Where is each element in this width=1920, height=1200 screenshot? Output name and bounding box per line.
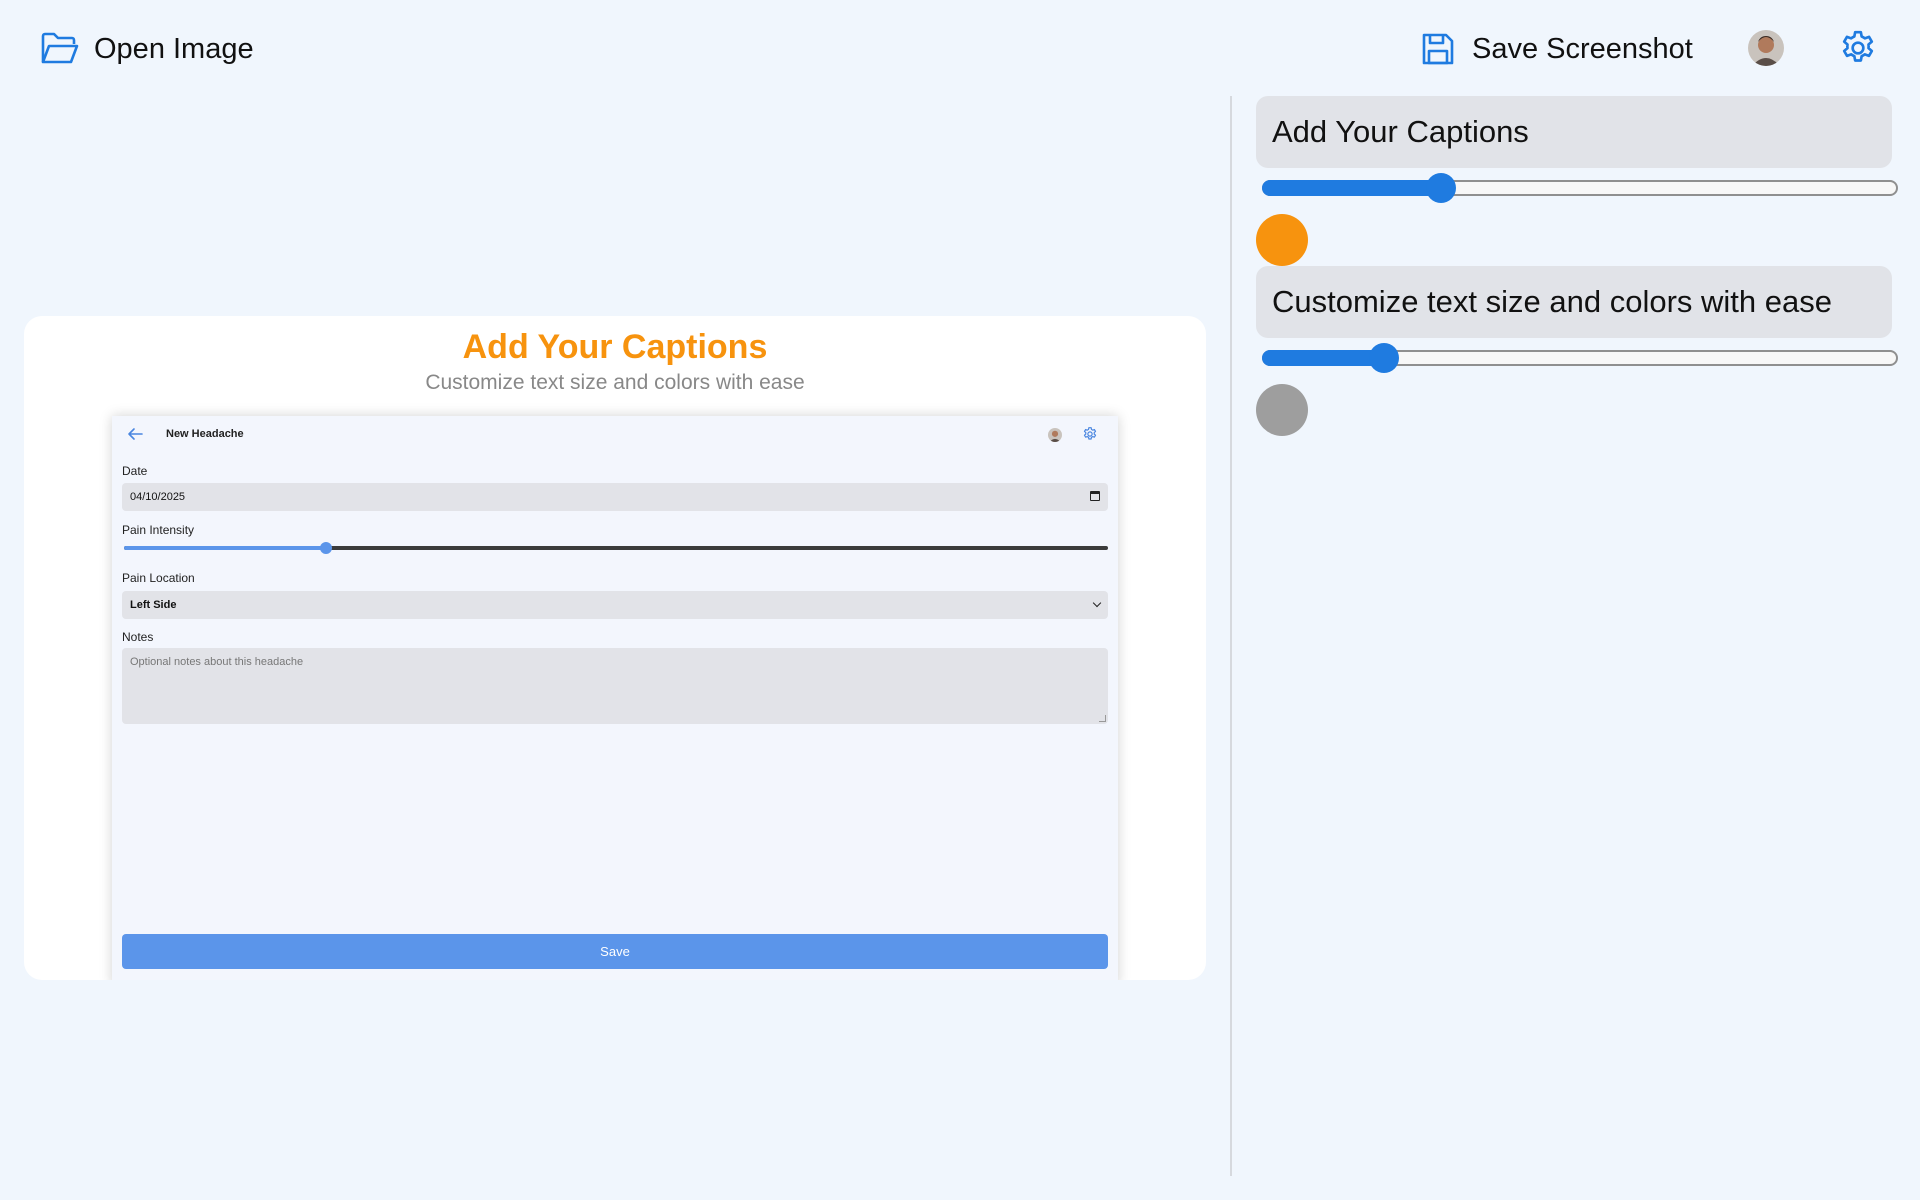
folder-open-icon [41, 32, 79, 64]
caption-subtitle-color-swatch[interactable] [1256, 384, 1308, 436]
notes-textarea: Optional notes about this headache [122, 648, 1108, 724]
save-screenshot-label: Save Screenshot [1472, 32, 1693, 65]
pain-location-select: Left Side [122, 591, 1108, 619]
settings-button[interactable] [1838, 28, 1878, 73]
panel-divider[interactable] [1230, 96, 1232, 1176]
caption-title-input[interactable]: Add Your Captions [1256, 96, 1892, 168]
arrow-left-icon [128, 428, 143, 440]
screen-save-button: Save [122, 934, 1108, 969]
preview-card: Add Your Captions Customize text size an… [24, 316, 1206, 980]
caption-subtitle-size-fill [1262, 350, 1383, 366]
notes-label: Notes [122, 630, 154, 644]
caption-title[interactable]: Add Your Captions [24, 328, 1206, 367]
notes-placeholder: Optional notes about this headache [130, 656, 304, 668]
save-screenshot-button[interactable]: Save Screenshot [1420, 26, 1693, 72]
screen-title: New Headache [166, 428, 244, 440]
gear-icon [1083, 427, 1097, 440]
open-image-label: Open Image [94, 32, 254, 65]
pain-intensity-thumb [319, 542, 332, 554]
top-toolbar: Open Image Save Screenshot [0, 0, 1920, 96]
date-value: 04/10/2025 [130, 491, 186, 503]
floppy-disk-icon [1422, 33, 1454, 65]
date-field: 04/10/2025 [122, 483, 1108, 511]
avatar-image [1748, 30, 1784, 66]
caption-subtitle-input[interactable]: Customize text size and colors with ease [1256, 266, 1892, 338]
screenshot-preview: New Headache Date 04/10/2025 Pain Intens… [112, 416, 1118, 980]
open-image-button[interactable]: Open Image [40, 26, 254, 72]
caption-subtitle[interactable]: Customize text size and colors with ease [24, 371, 1206, 395]
pain-location-label: Pain Location [122, 571, 195, 585]
back-button [126, 426, 144, 447]
caption-title-size-fill [1262, 180, 1439, 196]
pain-intensity-fill [124, 546, 326, 550]
pain-location-value: Left Side [130, 599, 177, 611]
caption-title-color-swatch[interactable] [1256, 214, 1308, 266]
pain-intensity-slider [124, 542, 1108, 554]
resize-handle-icon [1099, 715, 1106, 722]
caption-title-size-thumb[interactable] [1425, 173, 1456, 203]
calendar-icon [1090, 491, 1100, 501]
avatar-image [1048, 428, 1062, 442]
caption-subtitle-size-thumb[interactable] [1369, 343, 1400, 373]
screen-settings [1082, 426, 1098, 447]
date-label: Date [122, 464, 148, 478]
avatar[interactable] [1748, 30, 1784, 66]
caption-subtitle-size-slider[interactable] [1262, 343, 1898, 373]
gear-icon [1842, 30, 1874, 62]
pain-intensity-label: Pain Intensity [122, 523, 195, 537]
caption-title-size-slider[interactable] [1262, 173, 1898, 203]
chevron-down-icon [1092, 598, 1102, 608]
screen-avatar [1048, 428, 1062, 442]
